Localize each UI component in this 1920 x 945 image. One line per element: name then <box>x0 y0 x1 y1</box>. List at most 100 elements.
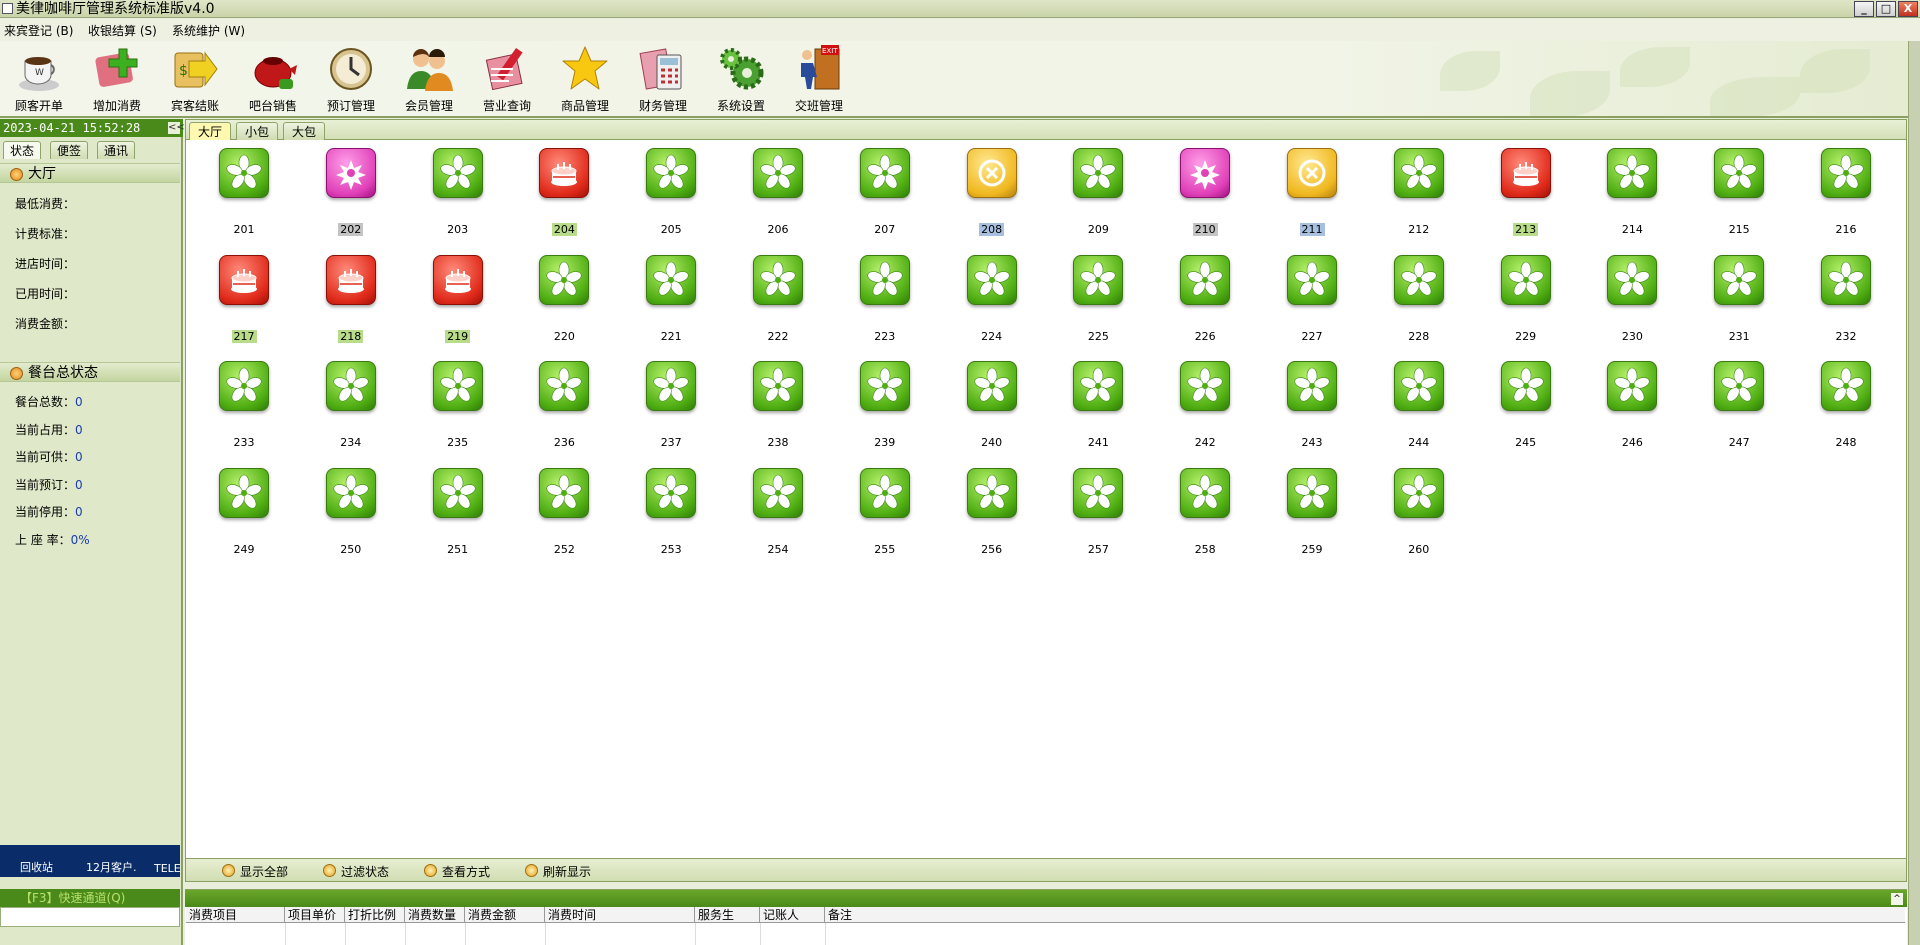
view-mode-button[interactable]: 查看方式 <box>424 863 490 880</box>
show-all-button[interactable]: 显示全部 <box>222 863 288 880</box>
filter-status-button[interactable]: 过滤状态 <box>323 863 389 880</box>
table-251[interactable]: 251 <box>423 467 493 556</box>
free-table-icon[interactable] <box>1180 467 1231 518</box>
free-table-icon[interactable] <box>1821 254 1871 305</box>
table-221[interactable]: 221 <box>636 254 706 343</box>
summary-section-header[interactable]: 餐台总状态 <box>0 362 180 382</box>
free-table-icon[interactable] <box>1287 254 1337 305</box>
col-recorder[interactable]: 记账人 <box>760 907 825 923</box>
free-table-icon[interactable] <box>1073 254 1124 305</box>
free-table-icon[interactable] <box>646 148 697 198</box>
free-table-icon[interactable] <box>325 467 376 518</box>
checkout-button[interactable]: $ 宾客结账 <box>159 45 231 116</box>
free-table-icon[interactable] <box>1393 148 1444 198</box>
free-table-icon[interactable] <box>753 148 803 198</box>
table-234[interactable]: 234 <box>316 361 386 449</box>
table-202[interactable]: 202 <box>316 148 386 236</box>
reserved-table-icon[interactable] <box>1180 148 1231 198</box>
member-button[interactable]: 会员管理 <box>393 45 465 116</box>
free-table-icon[interactable] <box>1500 361 1551 411</box>
quick-channel-header[interactable]: 【F3】快速通道(Q) <box>0 889 180 907</box>
maximize-button[interactable]: □ <box>1876 1 1896 17</box>
bar-sales-button[interactable]: 吧台销售 <box>237 45 309 116</box>
table-205[interactable]: 205 <box>636 148 706 236</box>
table-257[interactable]: 257 <box>1063 467 1133 556</box>
table-211[interactable]: 211 <box>1277 148 1347 236</box>
table-214[interactable]: 214 <box>1597 148 1667 236</box>
table-260[interactable]: 260 <box>1384 467 1454 556</box>
tab-small-room[interactable]: 小包 <box>236 122 279 140</box>
col-notes[interactable]: 备注 <box>825 907 1905 923</box>
tele-label[interactable]: TELE <box>154 862 180 875</box>
free-table-icon[interactable] <box>1180 254 1231 305</box>
table-207[interactable]: 207 <box>850 148 920 236</box>
table-237[interactable]: 237 <box>636 361 706 449</box>
free-table-icon[interactable] <box>432 467 483 518</box>
table-253[interactable]: 253 <box>636 467 706 556</box>
free-table-icon[interactable] <box>539 361 590 411</box>
free-table-icon[interactable] <box>219 361 269 411</box>
table-213[interactable]: 213 <box>1491 148 1561 236</box>
free-table-icon[interactable] <box>753 361 803 411</box>
table-226[interactable]: 226 <box>1170 254 1240 343</box>
tab-large-room[interactable]: 大包 <box>283 122 326 140</box>
occupied-table-icon[interactable] <box>1500 148 1551 198</box>
occupied-table-icon[interactable] <box>432 254 483 305</box>
free-table-icon[interactable] <box>1714 254 1765 305</box>
stopped-table-icon[interactable] <box>966 148 1017 198</box>
col-item[interactable]: 消费项目 <box>186 907 285 923</box>
tab-status[interactable]: 状态 <box>3 141 42 159</box>
free-table-icon[interactable] <box>859 148 910 198</box>
table-239[interactable]: 239 <box>850 361 920 449</box>
free-table-icon[interactable] <box>432 148 483 198</box>
table-212[interactable]: 212 <box>1384 148 1454 236</box>
col-waiter[interactable]: 服务生 <box>695 907 760 923</box>
table-245[interactable]: 245 <box>1491 361 1561 449</box>
minimize-button[interactable]: _ <box>1854 1 1874 17</box>
free-table-icon[interactable] <box>646 467 697 518</box>
free-table-icon[interactable] <box>1393 467 1444 518</box>
free-table-icon[interactable] <box>966 467 1017 518</box>
table-240[interactable]: 240 <box>957 361 1027 449</box>
free-table-icon[interactable] <box>1714 361 1765 411</box>
free-table-icon[interactable] <box>1393 361 1444 411</box>
tab-hall[interactable]: 大厅 <box>189 122 232 140</box>
table-249[interactable]: 249 <box>209 467 279 556</box>
free-table-icon[interactable] <box>1607 148 1658 198</box>
free-table-icon[interactable] <box>966 361 1017 411</box>
table-215[interactable]: 215 <box>1704 148 1774 236</box>
free-table-icon[interactable] <box>1073 148 1124 198</box>
free-table-icon[interactable] <box>859 361 910 411</box>
free-table-icon[interactable] <box>1073 467 1124 518</box>
free-table-icon[interactable] <box>1073 361 1124 411</box>
table-248[interactable]: 248 <box>1811 361 1881 449</box>
free-table-icon[interactable] <box>646 361 697 411</box>
occupied-table-icon[interactable] <box>539 148 590 198</box>
table-258[interactable]: 258 <box>1170 467 1240 556</box>
hall-section-header[interactable]: 大厅 <box>0 163 180 183</box>
col-quantity[interactable]: 消费数量 <box>405 907 465 923</box>
table-238[interactable]: 238 <box>743 361 813 449</box>
free-table-icon[interactable] <box>1287 361 1337 411</box>
menu-system[interactable]: 系统维护 (W) <box>172 22 245 39</box>
add-consumption-button[interactable]: 增加消费 <box>81 45 153 116</box>
free-table-icon[interactable] <box>1821 361 1871 411</box>
table-203[interactable]: 203 <box>423 148 493 236</box>
table-231[interactable]: 231 <box>1704 254 1774 343</box>
table-241[interactable]: 241 <box>1063 361 1133 449</box>
menu-checkout[interactable]: 收银结算 (S) <box>88 22 157 39</box>
reservation-button[interactable]: 预订管理 <box>315 45 387 116</box>
free-table-icon[interactable] <box>1180 361 1231 411</box>
free-table-icon[interactable] <box>1607 361 1658 411</box>
table-232[interactable]: 232 <box>1811 254 1881 343</box>
free-table-icon[interactable] <box>325 361 376 411</box>
reserved-table-icon[interactable] <box>325 148 376 198</box>
table-217[interactable]: 217 <box>209 254 279 343</box>
free-table-icon[interactable] <box>1714 148 1765 198</box>
tab-contacts[interactable]: 通讯 <box>97 141 136 159</box>
table-235[interactable]: 235 <box>423 361 493 449</box>
table-216[interactable]: 216 <box>1811 148 1881 236</box>
table-228[interactable]: 228 <box>1384 254 1454 343</box>
close-button[interactable]: X <box>1898 1 1918 17</box>
table-230[interactable]: 230 <box>1597 254 1667 343</box>
